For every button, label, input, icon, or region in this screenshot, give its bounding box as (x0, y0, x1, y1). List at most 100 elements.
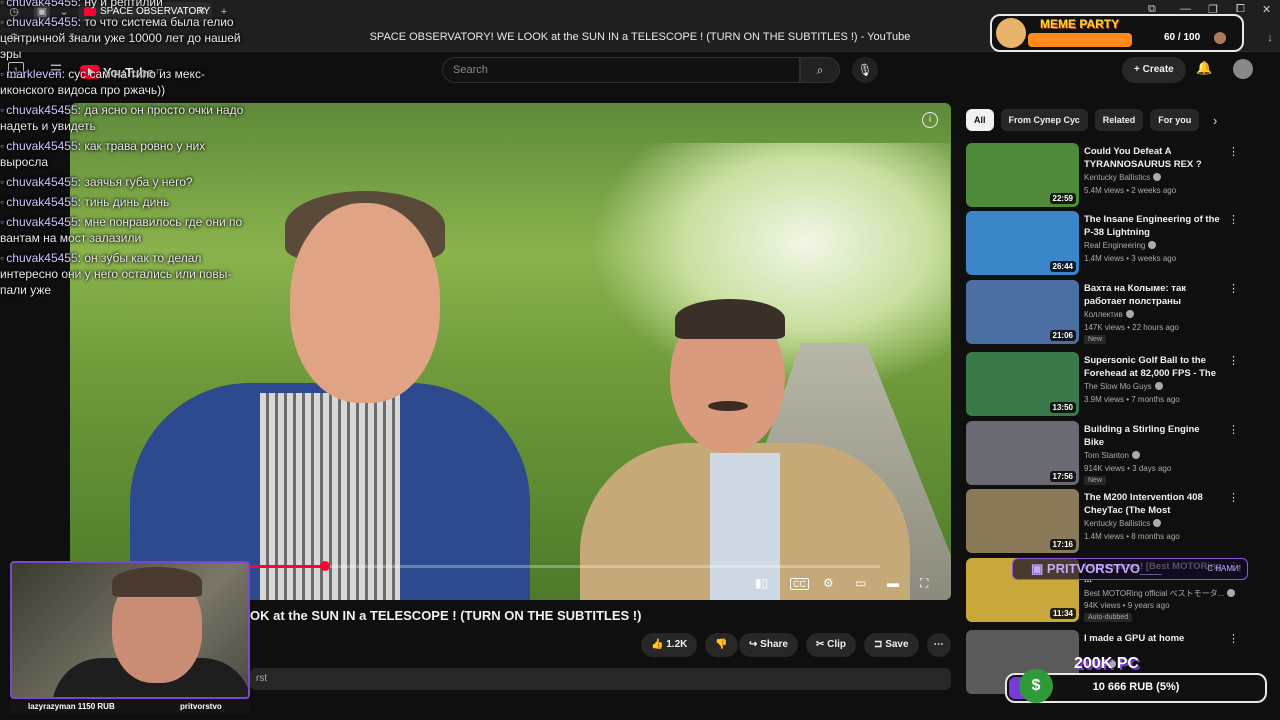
share-icon: ↪ (749, 639, 761, 650)
more-vert-icon[interactable]: ⋮ (1228, 423, 1239, 436)
more-vert-icon[interactable]: ⋮ (1228, 145, 1239, 158)
recommendation-title[interactable]: Вахта на Колыме: так работает полстраны (1084, 282, 1222, 308)
create-button[interactable]: + Create (1122, 57, 1186, 83)
fullscreen-icon[interactable]: ⛶ (920, 576, 928, 591)
miniplayer-icon[interactable]: ▭ (855, 576, 866, 590)
search-button[interactable]: ⌕ (800, 57, 840, 83)
recommendation-channel[interactable]: Kentucky Ballistics (1084, 519, 1162, 528)
save-label: Save (885, 639, 909, 650)
recommendation-thumbnail[interactable]: 22:59 (966, 143, 1079, 207)
recommendation-thumbnail[interactable]: 26:44 (966, 211, 1079, 275)
recommendation-channel[interactable]: Best MOTORing official ベストモータ... (1084, 588, 1236, 599)
recommendation-thumbnail[interactable]: 17:16 (966, 489, 1079, 553)
channel-name: Коллектив (1084, 310, 1123, 319)
chip-for-you[interactable]: For you (1150, 109, 1200, 131)
recommendation-badge: New (1084, 335, 1107, 344)
recommendation-item[interactable]: 21:06 Вахта на Колыме: так работает полст… (966, 280, 1256, 344)
recommendation-meta: 5.4M views • 2 weeks ago (1084, 186, 1177, 195)
recommendation-channel[interactable]: Real Engineering (1084, 241, 1157, 250)
clip-button[interactable]: ✂ Clip (805, 633, 857, 657)
chat-bubble-icon: ▣ (1031, 561, 1047, 576)
account-avatar[interactable] (1233, 59, 1253, 79)
stream-chat-overlay: chuvak45455: ну и рептилии chuvak45455: т… (0, 0, 250, 302)
subtitles-icon[interactable]: CC (790, 578, 809, 590)
more-vert-icon[interactable]: ⋮ (1228, 491, 1239, 504)
recommendation-item[interactable]: 22:59 Could You Defeat A TYRANNOSAURUS RE… (966, 143, 1256, 207)
search-icon: ⌕ (816, 63, 824, 77)
recommendation-item[interactable]: 17:56 Building a Stirling Engine Bike Tom … (966, 421, 1256, 485)
channel-name: Tom Stanton (1084, 451, 1129, 460)
recommendation-item[interactable]: 17:16 The M200 Intervention 408 CheyTac (… (966, 489, 1256, 553)
chat-username: chuvak45455 (0, 0, 78, 9)
chat-username: chuvak45455 (0, 251, 78, 265)
verified-icon (1131, 451, 1140, 459)
share-button[interactable]: ↪ Share (739, 633, 798, 657)
more-icon: ⋯ (933, 639, 944, 650)
verified-icon (1148, 241, 1157, 249)
recommendation-thumbnail[interactable]: 21:06 (966, 280, 1079, 344)
chip-all[interactable]: All (966, 109, 994, 131)
chat-text: тинь динь динь (84, 195, 170, 209)
like-button[interactable]: 👍 1.2K (641, 633, 698, 657)
video-actions-secondary: ↪ Share ✂ Clip ⊐ Save ⋯ (739, 633, 951, 657)
verified-icon (1153, 173, 1162, 181)
notifications-bell-icon[interactable]: 🔔 (1196, 60, 1212, 76)
download-icon[interactable]: ↓ (1262, 30, 1278, 46)
recommendation-title[interactable]: I made a GPU at home (1084, 632, 1222, 645)
dislike-button[interactable]: 👎 (705, 633, 738, 657)
meme-party-label: MEME PARTY (1040, 17, 1120, 31)
share-label: Share (760, 639, 788, 650)
verified-icon (1227, 589, 1236, 597)
more-actions-button[interactable]: ⋯ (926, 633, 951, 657)
chat-message: chuvak45455: как трава ровно у них вырос… (0, 138, 250, 170)
close-window-icon[interactable]: ✕ (1262, 3, 1271, 16)
description-box[interactable]: rst (250, 668, 951, 690)
more-vert-icon[interactable]: ⋮ (1228, 632, 1239, 645)
voice-search-button[interactable]: 🎙 (852, 57, 878, 83)
chat-username: chuvak45455 (0, 195, 78, 209)
recommendation-channel[interactable]: The Slow Mo Guys (1084, 382, 1163, 391)
recommendation-title[interactable]: Supersonic Golf Ball to the Forehead at … (1084, 354, 1222, 380)
video-title: OK at the SUN IN a TELESCOPE ! (TURN ON … (250, 608, 642, 623)
theater-mode-icon[interactable]: ▬ (887, 576, 899, 590)
chat-username: chuvak45455 (0, 139, 78, 153)
settings-gear-icon[interactable]: ⚙ (823, 576, 834, 590)
chat-username: chuvak45455 (0, 103, 78, 117)
webcam-caption: lazyrazyman 1150 RUB pritvorstvo (10, 699, 250, 714)
more-vert-icon[interactable]: ⋮ (1228, 282, 1239, 295)
recommendation-thumbnail[interactable]: 17:56 (966, 421, 1079, 485)
follower-alert: ▣ PRITVORSTVO___ С НАМИ! (1012, 558, 1248, 580)
info-icon[interactable]: i (922, 112, 938, 128)
search-input[interactable]: Search (442, 57, 800, 83)
recommendation-channel[interactable]: Коллектив (1084, 310, 1134, 319)
streamer-webcam (10, 561, 250, 699)
chevron-right-icon[interactable]: › (1213, 113, 1217, 128)
recommendation-badge: Auto-dubbed (1084, 613, 1133, 622)
pause-toggle-icon[interactable]: ▮▯ (755, 576, 768, 590)
video-actions: 👍 1.2K 👎 (641, 633, 738, 657)
doge-icon (996, 18, 1026, 48)
chat-message: chuvak45455: он зубы как то делал интере… (0, 250, 250, 298)
duration-badge: 13:50 (1049, 402, 1076, 413)
more-vert-icon[interactable]: ⋮ (1228, 354, 1239, 367)
chip-from-channel[interactable]: From Супер Сус (1000, 109, 1088, 131)
recommendation-thumbnail[interactable]: 13:50 (966, 352, 1079, 416)
recommendation-title[interactable]: Could You Defeat A TYRANNOSAURUS REX ? (1084, 145, 1222, 171)
recommendation-channel[interactable]: Kentucky Ballistics (1084, 173, 1162, 182)
recommendation-title[interactable]: Building a Stirling Engine Bike (1084, 423, 1222, 449)
channel-name: Kentucky Ballistics (1084, 519, 1151, 528)
recommendation-title[interactable]: The M200 Intervention 408 CheyTac (The M… (1084, 491, 1222, 517)
verified-icon (1154, 382, 1163, 390)
donation-text: lazyrazyman 1150 RUB (28, 702, 115, 711)
more-vert-icon[interactable]: ⋮ (1228, 213, 1239, 226)
chat-username: chuvak45455 (0, 215, 78, 229)
video-person-right (580, 299, 910, 600)
chip-related[interactable]: Related (1094, 109, 1144, 131)
recommendation-channel[interactable]: Tom Stanton (1084, 451, 1140, 460)
chat-message: markleven: сус сам на типо из мекс-иконс… (0, 66, 250, 98)
save-button[interactable]: ⊐ Save (864, 633, 919, 657)
recommendation-item[interactable]: 13:50 Supersonic Golf Ball to the Forehea… (966, 352, 1256, 416)
coin-icon (1214, 32, 1226, 44)
recommendation-title[interactable]: The Insane Engineering of the P-38 Light… (1084, 213, 1222, 239)
recommendation-item[interactable]: 26:44 The Insane Engineering of the P-38 … (966, 211, 1256, 275)
